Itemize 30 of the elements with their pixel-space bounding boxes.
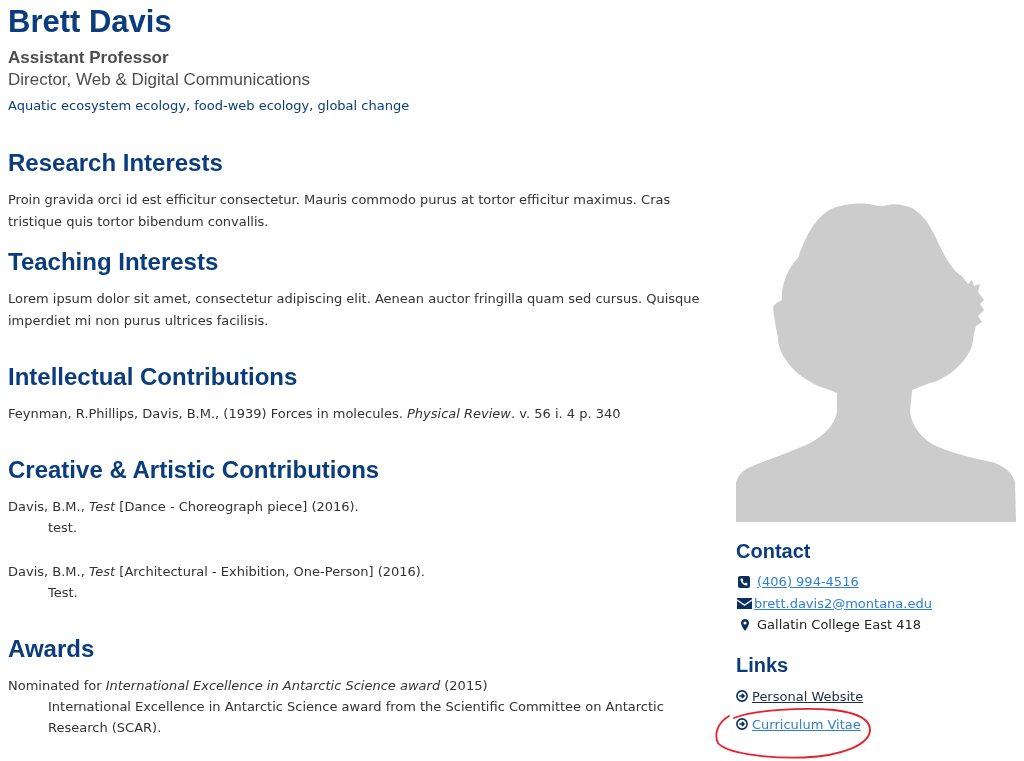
position-title: Director, Web & Digital Communications: [8, 69, 311, 91]
citation-note: test.: [47, 519, 79, 537]
sidebar-link[interactable]: Curriculum Vitae: [752, 713, 861, 735]
sidebar-heading: Contact: [736, 539, 812, 563]
email-link[interactable]: brett.davis2@montana.edu: [754, 592, 932, 614]
citation-text: Davis, B.M., Test [Dance - Choreograph piece] (2016).: [8, 498, 360, 516]
citation-note: Test.: [47, 584, 79, 602]
section-heading: Research Interests: [8, 148, 224, 178]
section-heading: Awards: [8, 634, 96, 664]
envelope-icon: [737, 597, 752, 609]
arrow-circle-icon: [736, 718, 748, 730]
section-heading: Creative & Artistic Contributions: [8, 455, 381, 485]
citation-note: International Excellence in Antarctic Science award from the Scientific Committee on Antarctic Research (SCAR).: [47, 698, 665, 737]
section-heading: Intellectual Contributions: [8, 362, 299, 392]
map-pin-icon: [741, 618, 749, 631]
section-paragraph: Lorem ipsum dolor sit amet, consectetur adipiscing elit. Aenean auctor fringilla quam sed cursus. Quisque imperdiet mi non purus ultrices facilisis.: [8, 290, 701, 330]
arrow-circle-icon: [736, 690, 748, 702]
sidebar-heading: Links: [736, 652, 790, 677]
job-title: Assistant Professor: [8, 47, 170, 69]
section-heading: Teaching Interests: [8, 247, 220, 277]
citation-text: Davis, B.M., Test [Architectural - Exhibition, One-Person] (2016).: [8, 563, 426, 581]
citation-text: Nominated for International Excellence in Antarctic Science award (2015): [8, 677, 489, 695]
phone-link[interactable]: (406) 994-4516: [757, 571, 859, 593]
citation-text: Feynman, R.Phillips, Davis, B.M., (1939) Forces in molecules. Physical Review. v. 56 i. 4 p. 340: [8, 405, 622, 423]
person-name: Brett Davis: [8, 4, 173, 40]
address-text: Gallatin College East 418: [757, 616, 921, 634]
sidebar-link[interactable]: Personal Website: [752, 685, 864, 707]
phone-icon: [738, 575, 750, 588]
expertise-text: Aquatic ecosystem ecology, food-web ecology, global change: [8, 97, 411, 115]
section-paragraph: Proin gravida orci id est efficitur consectetur. Mauris commodo purus at tortor efficitur maximus. Cras tristique quis tortor bibendum convallis.: [8, 191, 672, 231]
